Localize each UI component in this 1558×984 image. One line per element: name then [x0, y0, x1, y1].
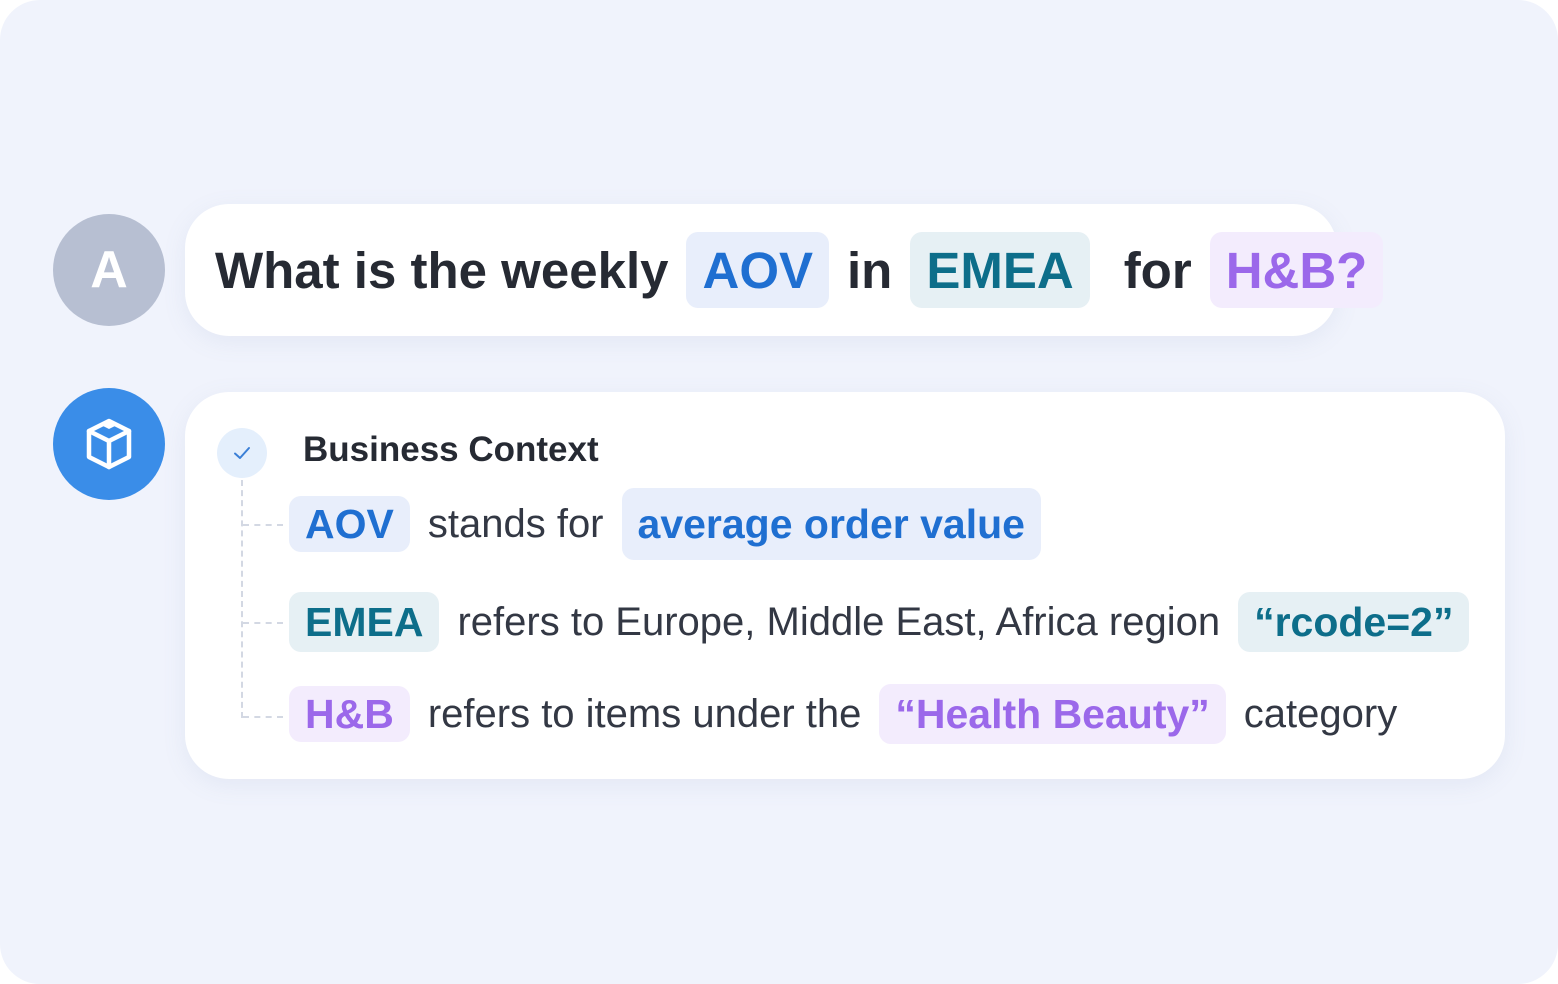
check-icon: [234, 447, 250, 459]
context-text: refers to items under the: [427, 691, 862, 736]
user-question-bubble: What is the weekly AOV in EMEA for H&B?: [185, 204, 1384, 336]
context-row-hb: H&B refers to items under the “Health Be…: [289, 684, 1415, 744]
context-text: refers to Europe, Middle East, Africa re…: [457, 599, 1221, 644]
assistant-answer-card: Business Context AOV stands for average …: [185, 392, 1505, 779]
assistant-avatar: [53, 388, 165, 500]
user-avatar-initial: A: [90, 241, 128, 299]
question-term-aov[interactable]: AOV: [686, 232, 830, 308]
tree-connector: [241, 480, 243, 718]
context-value-hb[interactable]: “Health Beauty”: [879, 684, 1226, 744]
context-term-aov[interactable]: AOV: [289, 496, 410, 552]
context-value-emea[interactable]: “rcode=2”: [1238, 592, 1470, 652]
question-connector-in: in: [847, 241, 893, 299]
tree-branch: [243, 716, 283, 718]
context-value-aov[interactable]: average order value: [621, 488, 1041, 560]
context-row-emea: EMEA refers to Europe, Middle East, Afri…: [289, 592, 1470, 652]
context-term-emea[interactable]: EMEA: [289, 592, 440, 652]
app-frame: A What is the weekly AOV in EMEA for H&B…: [0, 0, 1558, 984]
context-row-aov: AOV stands for average order value: [289, 488, 1041, 560]
tree-branch: [243, 524, 283, 526]
cube-icon: [86, 418, 132, 470]
status-check: [217, 428, 267, 478]
user-avatar: A: [53, 214, 165, 326]
question-term-hb[interactable]: H&B?: [1209, 232, 1384, 308]
question-connector-for: for: [1123, 241, 1192, 299]
question-term-emea[interactable]: EMEA: [910, 232, 1090, 308]
question-prefix: What is the weekly: [215, 241, 669, 299]
context-text: stands for: [427, 501, 604, 546]
context-term-hb[interactable]: H&B: [289, 686, 410, 742]
section-title: Business Context: [303, 430, 599, 469]
context-suffix: category: [1243, 691, 1398, 736]
tree-branch: [243, 622, 283, 624]
